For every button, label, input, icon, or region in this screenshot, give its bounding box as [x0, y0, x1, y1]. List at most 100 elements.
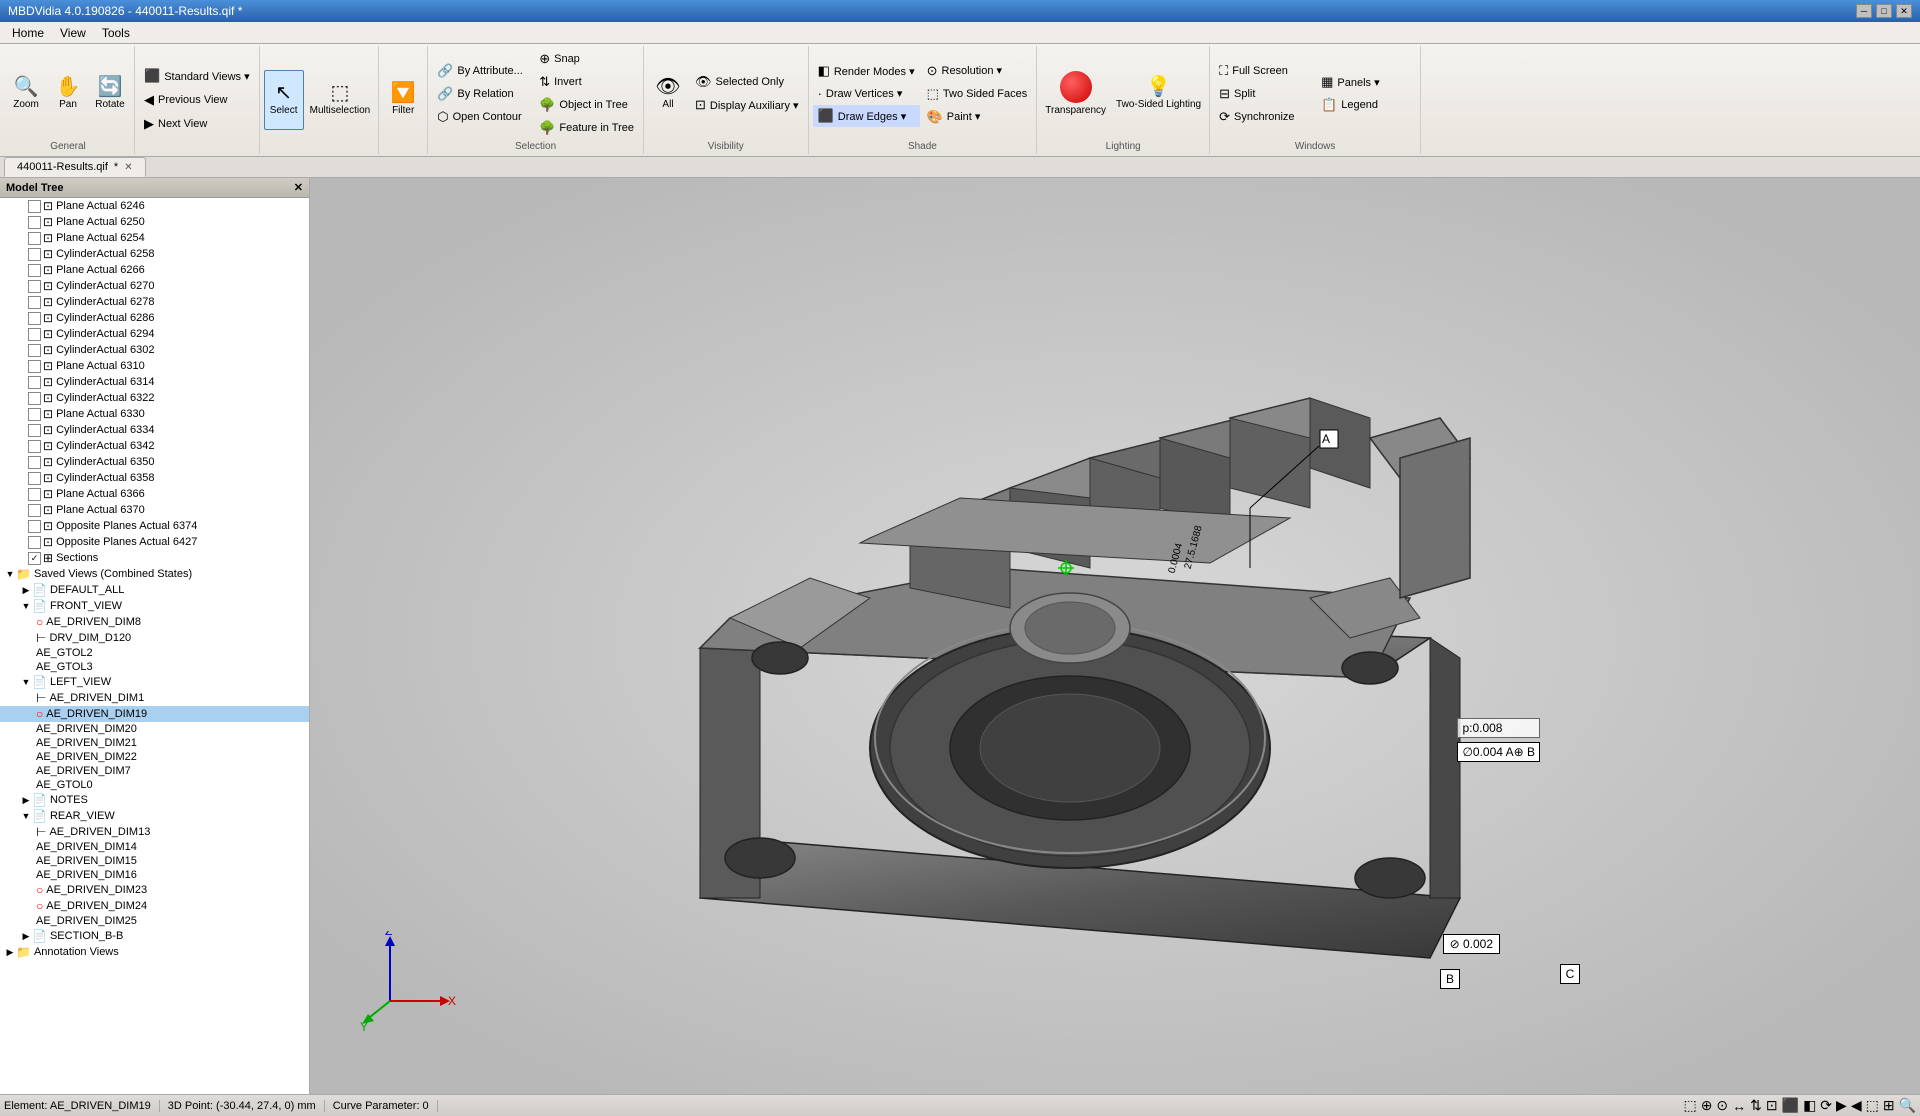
draw-edges-button[interactable]: ⬛ Draw Edges ▾ [813, 105, 920, 127]
ae-driven-dim16-item[interactable]: AE_DRIVEN_DIM16 [0, 868, 309, 882]
ae-driven-dim20-item[interactable]: AE_DRIVEN_DIM20 [0, 722, 309, 736]
drv-dim-d120-item[interactable]: ⊢ DRV_DIM_D120 [0, 630, 309, 646]
status-icon-4[interactable]: ↔ [1732, 1098, 1746, 1114]
ae-driven-dim24-item[interactable]: ○ AE_DRIVEN_DIM24 [0, 898, 309, 914]
menu-tools[interactable]: Tools [94, 24, 138, 42]
list-item[interactable]: ⊡ CylinderActual 6294 [0, 326, 309, 342]
ae-driven-dim19-item[interactable]: ○ AE_DRIVEN_DIM19 [0, 706, 309, 722]
list-item[interactable]: ⊡ Plane Actual 6330 [0, 406, 309, 422]
default-all-item[interactable]: ▶ 📄 DEFAULT_ALL [0, 582, 309, 598]
close-button[interactable]: ✕ [1896, 4, 1912, 18]
status-icon-7[interactable]: ⬛ [1782, 1097, 1799, 1114]
zoom-button[interactable]: 🔍 Zoom [6, 64, 46, 124]
list-item[interactable]: ⊡ CylinderActual 6314 [0, 374, 309, 390]
resolution-button[interactable]: ⊙ Resolution ▾ [922, 60, 1033, 82]
rotate-button[interactable]: 🔄 Rotate [90, 64, 130, 124]
sections-item[interactable]: ✓ ⊞ Sections [0, 550, 309, 566]
status-icon-8[interactable]: ◧ [1803, 1097, 1816, 1114]
transparency-button[interactable]: Transparency [1041, 64, 1110, 124]
render-modes-button[interactable]: ◧ Render Modes ▾ [813, 60, 920, 82]
ae-driven-dim21-item[interactable]: AE_DRIVEN_DIM21 [0, 736, 309, 750]
previous-view-button[interactable]: ◀ Previous View [139, 89, 239, 111]
multiselection-button[interactable]: ⬚ Multiselection [306, 70, 375, 130]
two-sided-lighting-button[interactable]: 💡 Two-Sided Lighting [1112, 64, 1205, 124]
front-view-item[interactable]: ▼ 📄 FRONT_VIEW [0, 598, 309, 614]
list-item[interactable]: ⊡ CylinderActual 6322 [0, 390, 309, 406]
selected-only-button[interactable]: 👁 Selected Only [690, 71, 804, 93]
list-item[interactable]: ⊡ Plane Actual 6370 [0, 502, 309, 518]
ae-driven-dim14-item[interactable]: AE_DRIVEN_DIM14 [0, 840, 309, 854]
list-item[interactable]: ⊡ CylinderActual 6358 [0, 470, 309, 486]
rear-view-item[interactable]: ▼ 📄 REAR_VIEW [0, 808, 309, 824]
list-item[interactable]: ⊡ Plane Actual 6246 [0, 198, 309, 214]
feature-in-tree-button[interactable]: 🌳 Feature in Tree [534, 117, 639, 139]
panels-button[interactable]: ▦ Panels ▾ [1316, 71, 1416, 93]
ae-driven-dim13-item[interactable]: ⊢ AE_DRIVEN_DIM13 [0, 824, 309, 840]
invert-button[interactable]: ⇅ Invert [534, 71, 639, 93]
saved-views-item[interactable]: ▼ 📁 Saved Views (Combined States) [0, 566, 309, 582]
ae-driven-dim23-item[interactable]: ○ AE_DRIVEN_DIM23 [0, 882, 309, 898]
ae-gtol0-item[interactable]: AE_GTOL0 [0, 778, 309, 792]
status-icon-11[interactable]: ◀ [1851, 1097, 1862, 1114]
all-button[interactable]: 👁 All [648, 64, 688, 124]
legend-button[interactable]: 📋 Legend [1316, 94, 1416, 116]
pan-button[interactable]: ✋ Pan [48, 64, 88, 124]
notes-item[interactable]: ▶ 📄 NOTES [0, 792, 309, 808]
status-icon-5[interactable]: ⇅ [1750, 1097, 1762, 1114]
open-contour-button[interactable]: ⬡ Open Contour [432, 106, 532, 128]
minimize-button[interactable]: ─ [1856, 4, 1872, 18]
split-button[interactable]: ⊟ Split [1214, 83, 1314, 105]
menu-home[interactable]: Home [4, 24, 52, 42]
status-icon-9[interactable]: ⟳ [1820, 1097, 1832, 1114]
list-item[interactable]: ⊡ CylinderActual 6270 [0, 278, 309, 294]
full-screen-button[interactable]: ⛶ Full Screen [1214, 60, 1314, 82]
list-item[interactable]: ⊡ Plane Actual 6310 [0, 358, 309, 374]
standard-views-button[interactable]: ⬛ Standard Views ▾ [139, 65, 255, 87]
list-item[interactable]: ⊡ Plane Actual 6266 [0, 262, 309, 278]
list-item[interactable]: ⊡ Opposite Planes Actual 6427 [0, 534, 309, 550]
ae-driven-dim22-item[interactable]: AE_DRIVEN_DIM22 [0, 750, 309, 764]
draw-vertices-button[interactable]: · Draw Vertices ▾ [813, 83, 920, 104]
list-item[interactable]: ⊡ Opposite Planes Actual 6374 [0, 518, 309, 534]
ae-driven-dim15-item[interactable]: AE_DRIVEN_DIM15 [0, 854, 309, 868]
status-icon-10[interactable]: ▶ [1836, 1097, 1847, 1114]
select-button[interactable]: ↖ Select [264, 70, 304, 130]
ae-driven-dim7-item[interactable]: AE_DRIVEN_DIM7 [0, 764, 309, 778]
viewport[interactable]: A 27.5.1688 0.0004 p:0.008 ∅0.004 A⊕ B ⊘… [310, 178, 1920, 1094]
next-view-button[interactable]: ▶ Next View [139, 113, 239, 135]
list-item[interactable]: ⊡ Plane Actual 6366 [0, 486, 309, 502]
list-item[interactable]: ⊡ CylinderActual 6350 [0, 454, 309, 470]
status-icon-14[interactable]: 🔍 [1899, 1097, 1916, 1114]
display-auxiliary-button[interactable]: ⊡ Display Auxiliary ▾ [690, 94, 804, 116]
status-icon-13[interactable]: ⊞ [1883, 1097, 1895, 1114]
filter-button[interactable]: 🔽 Filter [383, 70, 423, 130]
two-sided-faces-button[interactable]: ⬚ Two Sided Faces [922, 83, 1033, 105]
list-item[interactable]: ⊡ Plane Actual 6254 [0, 230, 309, 246]
ae-gtol3-item[interactable]: AE_GTOL3 [0, 660, 309, 674]
tab-close-button[interactable]: ✕ [124, 162, 132, 173]
list-item[interactable]: ⊡ CylinderActual 6302 [0, 342, 309, 358]
list-item[interactable]: ⊡ Plane Actual 6250 [0, 214, 309, 230]
by-relation-button[interactable]: 🔗 By Relation [432, 83, 532, 105]
status-icon-3[interactable]: ⊙ [1716, 1097, 1728, 1114]
list-item[interactable]: ⊡ CylinderActual 6286 [0, 310, 309, 326]
status-icon-2[interactable]: ⊕ [1701, 1097, 1713, 1114]
status-icon-12[interactable]: ⬚ [1866, 1097, 1879, 1114]
synchronize-button[interactable]: ⟳ Synchronize [1214, 106, 1314, 128]
model-tree-content[interactable]: ⊡ Plane Actual 6246 ⊡ Plane Actual 6250 … [0, 198, 309, 1094]
list-item[interactable]: ⊡ CylinderActual 6334 [0, 422, 309, 438]
ae-driven-dim1-item[interactable]: ⊢ AE_DRIVEN_DIM1 [0, 690, 309, 706]
active-tab[interactable]: 440011-Results.qif * ✕ [4, 157, 146, 177]
list-item[interactable]: ⊡ CylinderActual 6278 [0, 294, 309, 310]
section-bb-item[interactable]: ▶ 📄 SECTION_B-B [0, 928, 309, 944]
menu-view[interactable]: View [52, 24, 94, 42]
by-attribute-button[interactable]: 🔗 By Attribute... [432, 60, 532, 82]
list-item[interactable]: ⊡ CylinderActual 6258 [0, 246, 309, 262]
ae-gtol2-item[interactable]: AE_GTOL2 [0, 646, 309, 660]
snap-button[interactable]: ⊕ Snap [534, 48, 639, 70]
ae-driven-dim25-item[interactable]: AE_DRIVEN_DIM25 [0, 914, 309, 928]
status-icon-1[interactable]: ⬚ [1683, 1097, 1696, 1114]
status-icon-6[interactable]: ⊡ [1766, 1097, 1778, 1114]
model-tree-close-button[interactable]: ✕ [294, 181, 303, 194]
ae-driven-dim8-item[interactable]: ○ AE_DRIVEN_DIM8 [0, 614, 309, 630]
